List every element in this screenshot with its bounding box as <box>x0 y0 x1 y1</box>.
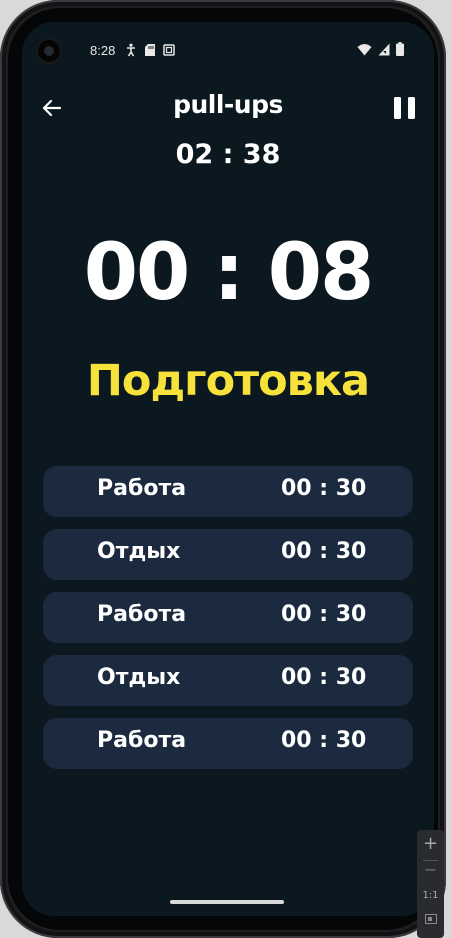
interval-duration: 00 : 30 <box>281 602 367 627</box>
pause-icon <box>394 97 415 119</box>
interval-duration: 00 : 30 <box>281 665 367 690</box>
interval-name: Работа <box>97 476 187 501</box>
current-interval-timer: 00 : 08 <box>83 228 375 318</box>
zoom-out-button[interactable]: − <box>417 858 444 882</box>
zoom-in-button[interactable]: + <box>417 832 444 856</box>
battery-icon <box>396 42 404 56</box>
front-camera <box>36 38 62 64</box>
signal-icon <box>378 43 390 55</box>
interval-row: Отдых 00 : 30 <box>43 655 413 706</box>
interval-name: Отдых <box>97 665 181 690</box>
wifi-icon <box>357 43 372 55</box>
interval-duration: 00 : 30 <box>281 476 367 501</box>
pause-button[interactable] <box>390 94 420 122</box>
interval-duration: 00 : 30 <box>281 728 367 753</box>
fit-screen-icon <box>424 914 437 924</box>
interval-row: Отдых 00 : 30 <box>43 529 413 580</box>
interval-name: Работа <box>97 728 187 753</box>
interval-row: Работа 00 : 30 <box>43 592 413 643</box>
total-remaining-time: 02 : 38 <box>175 139 281 170</box>
phone-screen: 8:28 pull-ups 02: 38 00: 08 Подготовка… <box>22 22 434 916</box>
home-indicator[interactable] <box>170 900 284 904</box>
interval-duration: 00 : 30 <box>281 539 367 564</box>
workout-title: pull-ups <box>173 90 283 119</box>
actual-size-button[interactable]: 1:1 <box>417 884 444 908</box>
interval-row: Работа 00 : 30 <box>43 718 413 769</box>
status-bar: 8:28 <box>22 22 434 72</box>
fit-screen-button[interactable] <box>417 908 444 932</box>
status-icons-left <box>125 43 175 57</box>
emulator-zoom-panel: + − 1:1 <box>417 830 444 938</box>
interval-name: Работа <box>97 602 187 627</box>
status-icons-right <box>357 42 404 56</box>
interval-row: Работа 00 : 30 <box>43 466 413 517</box>
sd-card-icon <box>145 44 155 56</box>
interval-name: Отдых <box>97 539 181 564</box>
accessibility-icon <box>127 43 135 57</box>
status-time: 8:28 <box>90 43 116 58</box>
screenshot-icon <box>163 44 175 56</box>
device-frame: 8:28 pull-ups 02: 38 00: 08 Подготовка… <box>0 0 452 938</box>
interval-list: Работа 00 : 30 Отдых 00 : 30 Работа 00 :… <box>43 466 413 781</box>
current-phase-label: Подготовка <box>86 356 370 406</box>
